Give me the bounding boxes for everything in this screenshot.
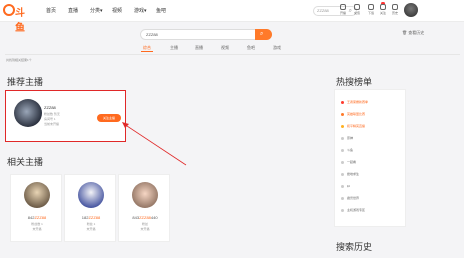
streamer-status: 未开播	[86, 227, 96, 231]
streamer-name[interactable]: 842ZZZ88	[11, 215, 63, 220]
hot-list-item[interactable]: 英雄联盟比赛	[341, 112, 365, 116]
streamer-avatar[interactable]	[78, 182, 104, 208]
streamer-status: 未开播	[140, 227, 150, 231]
hot-list-item[interactable]: 和平精英直播	[341, 124, 365, 128]
hot-list-item[interactable]: 原神	[341, 136, 353, 140]
related-streamer-card[interactable]: 843ZZZ88440 粉丝 未开播	[118, 174, 170, 242]
hot-list-title: 热搜榜单	[336, 78, 373, 88]
streamer-status: 未开播	[32, 227, 42, 231]
hot-list-panel: 王者荣耀新赛季 英雄联盟比赛 和平精英直播 原神 斗鱼 一起看 绝地求生 lpl…	[334, 89, 406, 227]
streamer-fans: 粉丝	[141, 222, 148, 226]
streamer-avatar[interactable]	[24, 182, 50, 208]
hot-list-item[interactable]: 绝地求生	[341, 172, 359, 176]
hot-list-item[interactable]: 一起看	[341, 160, 356, 164]
search-history-title: 搜索历史	[336, 243, 373, 253]
streamer-name[interactable]: 182ZZZ88	[65, 215, 117, 220]
related-title: 相关主播	[7, 158, 44, 168]
streamer-name[interactable]: 843ZZZ88440	[119, 215, 171, 220]
hot-list-item[interactable]: 魔兽世界	[341, 196, 359, 200]
hot-list-item[interactable]: 斗鱼	[341, 148, 353, 152]
streamer-fans: 粉丝数 1	[31, 222, 43, 226]
related-streamer-card[interactable]: 842ZZZ88 粉丝数 1 未开播	[10, 174, 62, 242]
related-streamer-card[interactable]: 182ZZZ88 粉丝 1 未开播	[64, 174, 116, 242]
hot-list-item[interactable]: 主机游戏专区	[341, 208, 365, 212]
streamer-avatar[interactable]	[132, 182, 158, 208]
hot-list-item[interactable]: 王者荣耀新赛季	[341, 100, 368, 104]
hot-list-item[interactable]: lpl	[341, 184, 350, 188]
streamer-fans: 粉丝 1	[86, 222, 96, 226]
